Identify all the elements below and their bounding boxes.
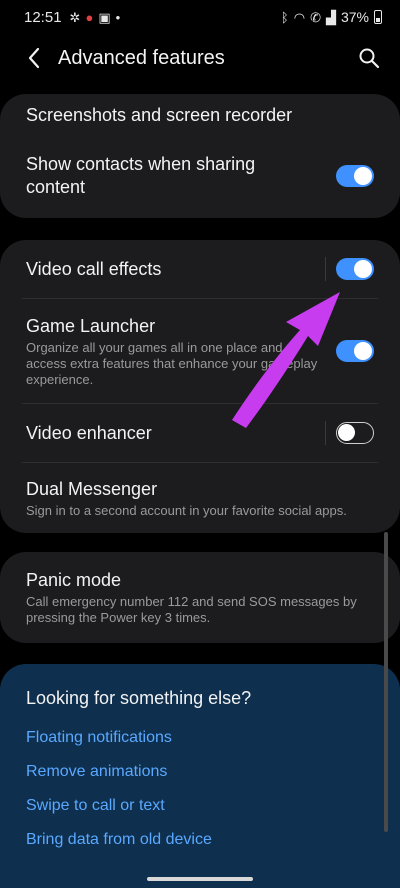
link-floating-notifications[interactable]: Floating notifications (26, 729, 374, 747)
setting-panic-mode[interactable]: Panic mode Call emergency number 112 and… (0, 552, 400, 643)
app-bar: Advanced features (0, 34, 400, 82)
show-contacts-toggle[interactable] (336, 165, 374, 187)
setting-label: Game Launcher (26, 315, 156, 336)
bluetooth-icon: ᛒ (280, 9, 289, 25)
settings-card-3: Panic mode Call emergency number 112 and… (0, 552, 400, 643)
setting-description: Organize all your games all in one place… (26, 339, 318, 387)
setting-label: Dual Messenger (26, 478, 158, 499)
setting-label: Show contacts when sharing content (26, 154, 256, 197)
battery-percent: 37% (340, 9, 369, 25)
wifi-icon: ◠ (293, 9, 306, 25)
help-suggestions-panel: Looking for something else? Floating not… (0, 664, 400, 888)
nfc-icon: ✲ (69, 9, 81, 25)
settings-card-2: Video call effects Game Launcher Organiz… (0, 240, 400, 533)
video-call-effects-toggle[interactable] (336, 258, 374, 280)
setting-game-launcher[interactable]: Game Launcher Organize all your games al… (0, 299, 400, 403)
signal-icon: ▟ (325, 9, 336, 25)
setting-label: Video enhancer (26, 422, 152, 443)
gallery-icon: ▣ (98, 9, 111, 25)
status-time: 12:51 (24, 8, 62, 26)
help-heading: Looking for something else? (26, 688, 252, 708)
back-button[interactable] (20, 44, 48, 72)
page-title: Advanced features (58, 46, 225, 69)
dot-icon: • (115, 9, 121, 25)
row-divider (325, 257, 326, 281)
link-remove-animations[interactable]: Remove animations (26, 763, 374, 781)
row-divider (325, 421, 326, 445)
setting-label: Panic mode (26, 570, 122, 590)
setting-dual-messenger[interactable]: Dual Messenger Sign in to a second accou… (0, 463, 400, 533)
scrollbar[interactable] (384, 532, 388, 832)
setting-label: Screenshots and screen recorder (26, 104, 293, 125)
status-bar: 12:51 ✲ ● ▣ • ᛒ ◠ ✆ ▟ 37% (0, 0, 400, 34)
setting-video-enhancer[interactable]: Video enhancer (0, 404, 400, 462)
setting-show-contacts-sharing[interactable]: Show contacts when sharing content (0, 134, 400, 218)
battery-icon (374, 10, 382, 24)
setting-label: Video call effects (26, 258, 162, 279)
game-launcher-toggle[interactable] (336, 340, 374, 362)
link-bring-data[interactable]: Bring data from old device (26, 831, 374, 849)
search-icon (359, 48, 380, 69)
gesture-nav-handle[interactable] (147, 877, 253, 881)
video-enhancer-toggle[interactable] (336, 422, 374, 444)
settings-card-1: Screenshots and screen recorder Show con… (0, 94, 400, 218)
call-icon: ✆ (310, 9, 321, 25)
setting-description: Sign in to a second account in your favo… (26, 502, 347, 518)
setting-screenshots-recorder[interactable]: Screenshots and screen recorder (0, 94, 400, 134)
setting-video-call-effects[interactable]: Video call effects (0, 240, 400, 298)
setting-description: Call emergency number 112 and send SOS m… (26, 594, 357, 625)
search-button[interactable] (354, 43, 384, 73)
notification-icon: ● (85, 9, 94, 25)
link-swipe-to-call[interactable]: Swipe to call or text (26, 797, 374, 815)
chevron-left-icon (28, 47, 40, 69)
